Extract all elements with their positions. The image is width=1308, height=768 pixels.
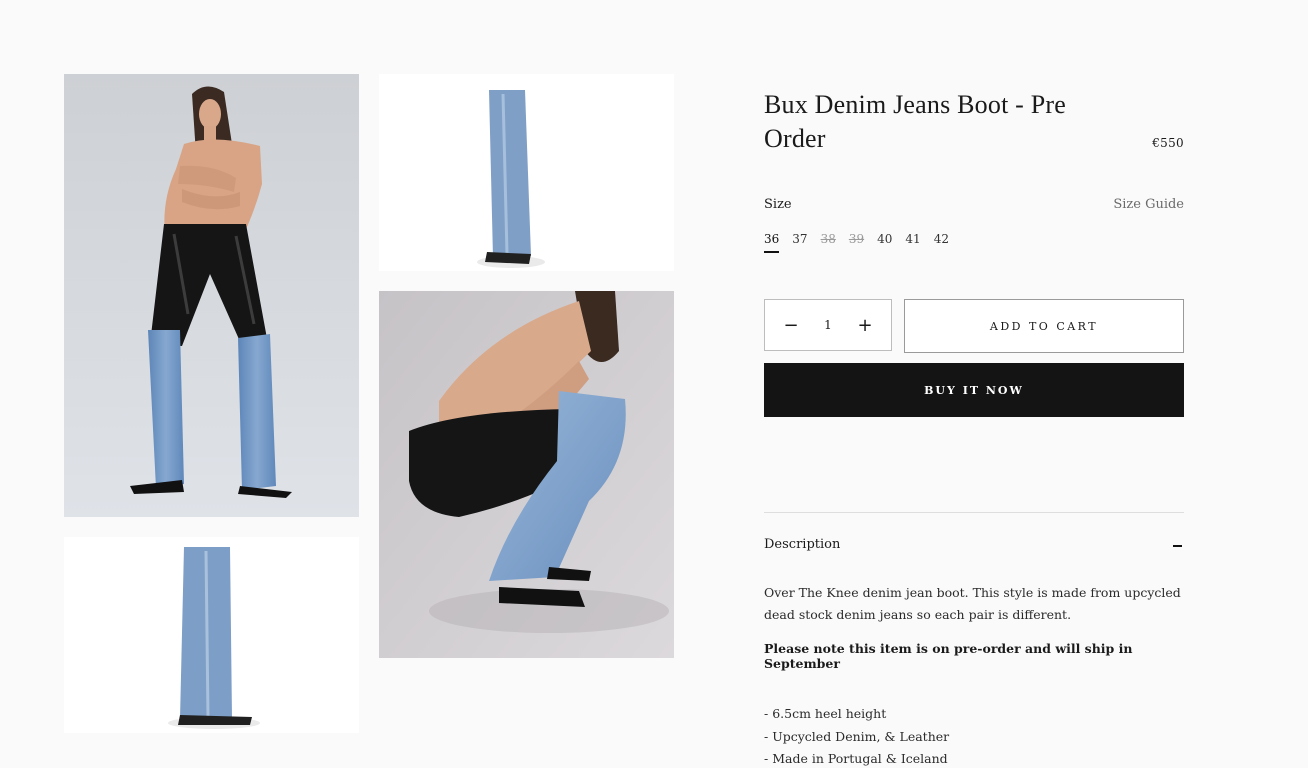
description-text: Over The Knee denim jean boot. This styl…	[764, 585, 1181, 622]
divider	[764, 512, 1184, 513]
size-option-40[interactable]: 40	[877, 232, 892, 253]
description-toggle[interactable]: Description	[764, 537, 840, 552]
size-option-36[interactable]: 36	[764, 232, 780, 253]
feature-item: - Upcycled Denim, & Leather	[764, 728, 950, 744]
product-price: €550	[1152, 136, 1184, 150]
model-standing-photo[interactable]	[64, 74, 359, 517]
product-title: Bux Denim Jeans Boot - Pre Order	[764, 90, 1067, 153]
buy-it-now-button[interactable]: BUY IT NOW	[764, 363, 1184, 417]
size-option-37[interactable]: 37	[792, 232, 807, 253]
quantity-stepper: − 1 +	[764, 299, 892, 351]
boot-front-photo[interactable]	[64, 537, 359, 733]
collapse-icon[interactable]	[1173, 545, 1182, 547]
size-option-38[interactable]: 38	[821, 232, 836, 253]
product-page: Bux Denim Jeans Boot - Pre Order €550 Si…	[0, 0, 1308, 768]
size-option-39[interactable]: 39	[849, 232, 864, 253]
preorder-note: Please note this item is on pre-order an…	[764, 641, 1133, 671]
size-label: Size	[764, 197, 792, 212]
feature-item: - Made in Portugal & Iceland	[764, 751, 948, 766]
plus-icon[interactable]: +	[857, 315, 873, 336]
add-to-cart-button[interactable]: ADD TO CART	[904, 299, 1184, 353]
size-option-41[interactable]: 41	[905, 232, 920, 253]
feature-item: - 6.5cm heel height	[764, 706, 887, 721]
size-guide-link[interactable]: Size Guide	[1113, 197, 1184, 212]
quantity-value[interactable]: 1	[824, 318, 832, 332]
boot-side-photo[interactable]	[379, 74, 674, 271]
model-crouching-photo[interactable]	[379, 291, 674, 658]
feature-list: - 6.5cm heel height - Upcycled Denim, & …	[764, 703, 949, 768]
size-selector: 36 37 38 39 40 41 42	[764, 232, 962, 253]
size-option-42[interactable]: 42	[934, 232, 949, 253]
minus-icon[interactable]: −	[783, 315, 799, 336]
